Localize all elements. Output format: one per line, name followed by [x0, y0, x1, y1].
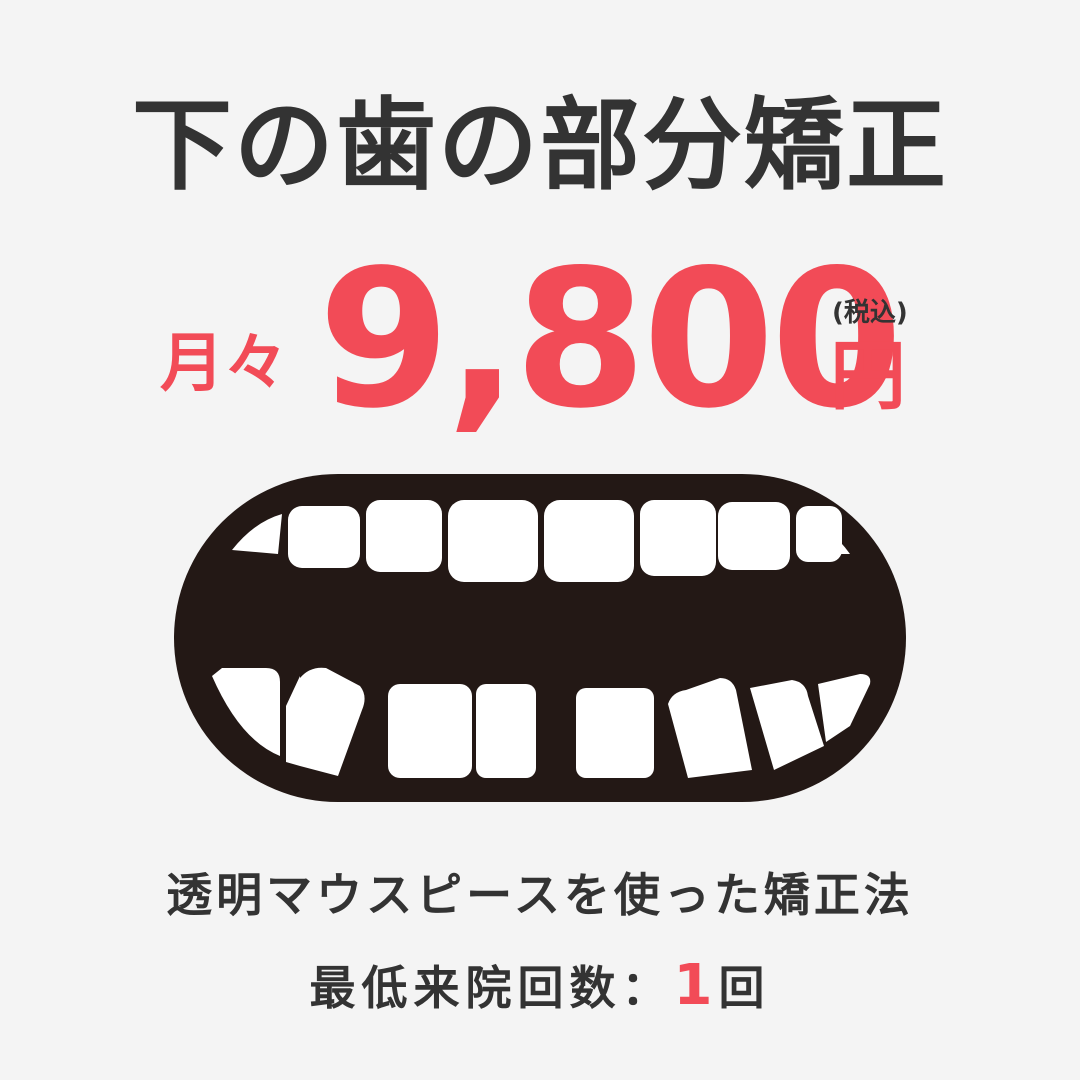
min-visits: 最低来院回数：1回 [0, 952, 1080, 1019]
price-unit: 円 [830, 331, 906, 420]
description-text: 透明マウスピースを使った矯正法 [166, 868, 914, 922]
min-visits-value: 1 [673, 953, 719, 1018]
min-visits-unit: 回 [718, 961, 771, 1015]
min-visits-label: 最低来院回数： [309, 961, 674, 1015]
page-title: 下の歯の部分矯正 [132, 87, 948, 204]
mouth-teeth-icon [174, 474, 906, 802]
price-amount: 9,800 [318, 229, 903, 450]
price-prefix: 月々 [160, 327, 288, 401]
tax-note: (税込) [832, 298, 908, 328]
price-row: 月々 9,800 (税込) 円 [0, 240, 1080, 450]
